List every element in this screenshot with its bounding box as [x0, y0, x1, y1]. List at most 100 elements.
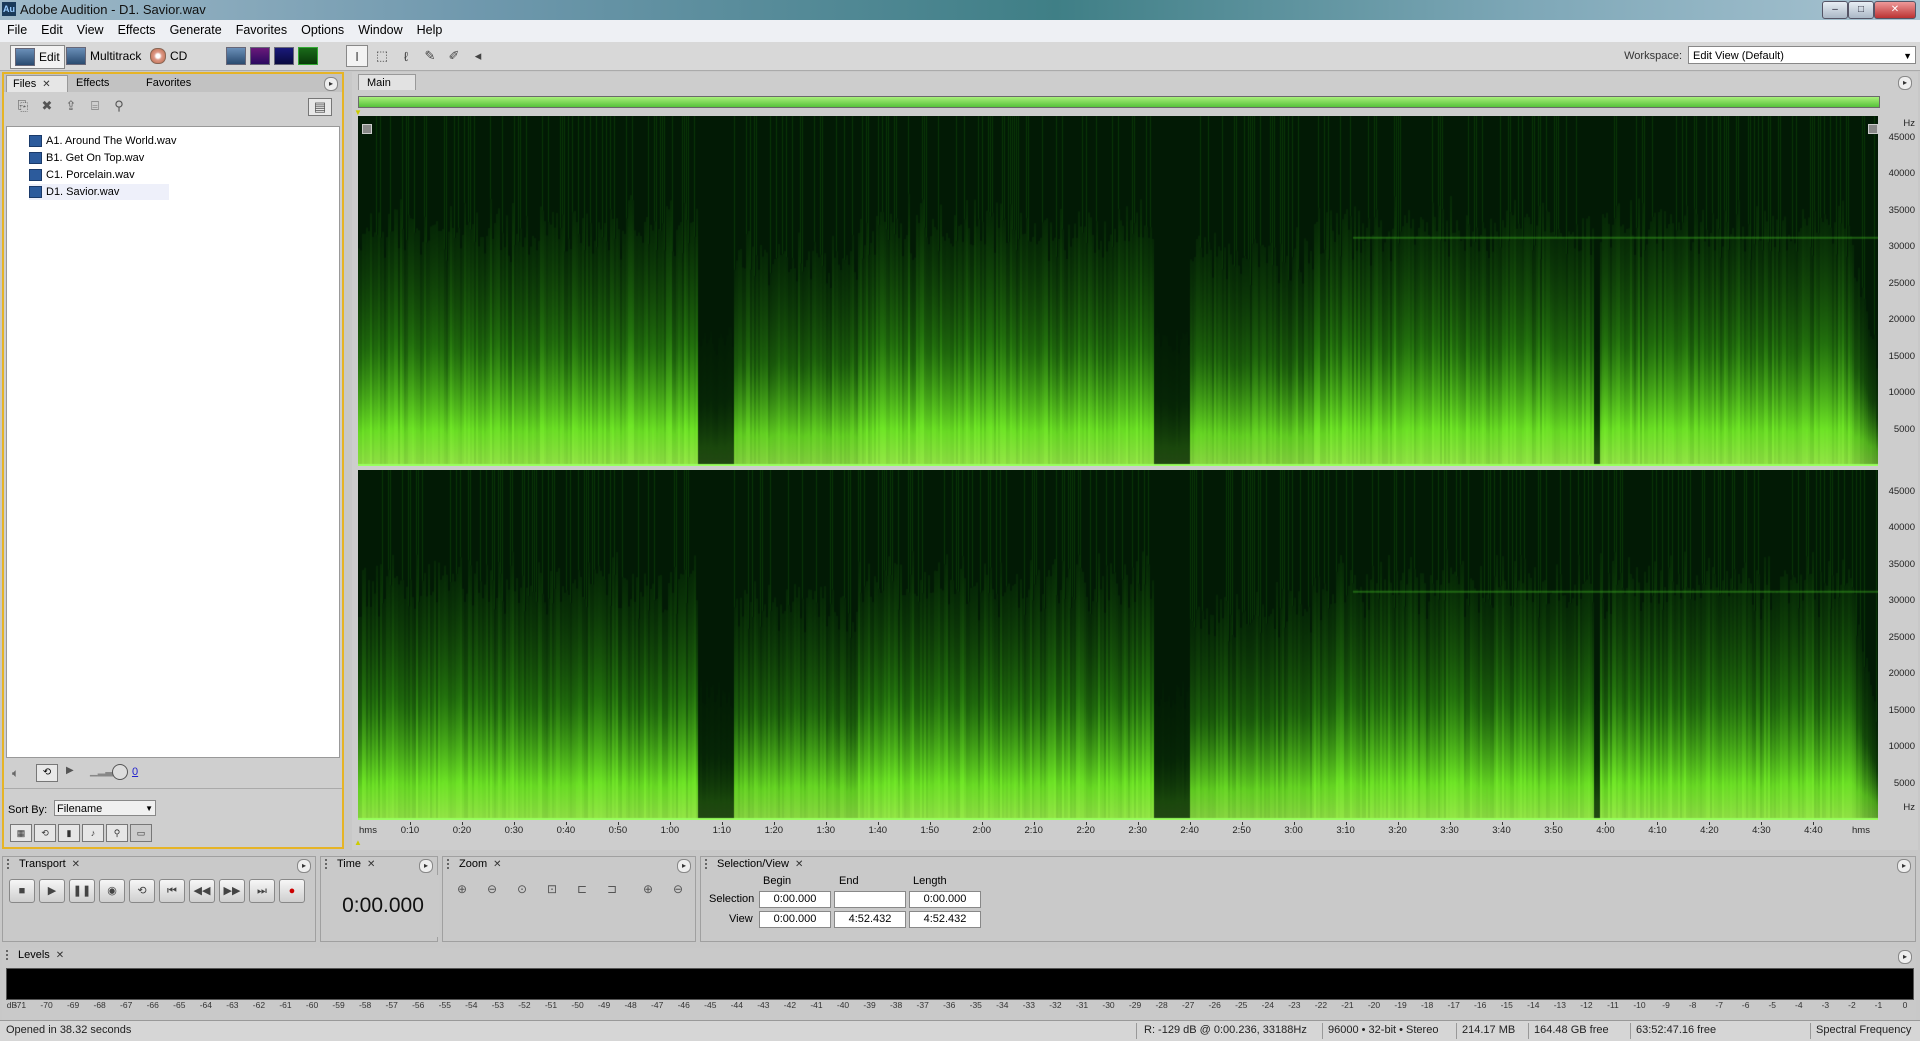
edit-view-button[interactable]: Edit	[10, 45, 65, 69]
tab-effects[interactable]: Effects	[70, 75, 115, 91]
menu-generate[interactable]: Generate	[163, 20, 229, 37]
grip-icon[interactable]	[6, 950, 14, 960]
close-icon[interactable]: ✕	[367, 859, 375, 870]
stop-button[interactable]: ■	[9, 879, 35, 903]
volume-value[interactable]: 0	[132, 766, 138, 778]
zoom-corner-handle[interactable]	[1868, 124, 1878, 134]
record-button[interactable]: ●	[279, 879, 305, 903]
list-item[interactable]: A1. Around The World.wav	[29, 133, 176, 149]
spot-healing-tool-icon[interactable]: ✐	[444, 46, 464, 66]
play-button[interactable]: ▶	[39, 879, 65, 903]
pause-button[interactable]: ❚❚	[69, 879, 95, 903]
open-file-icon[interactable]: ⎘	[14, 98, 32, 114]
grip-icon[interactable]	[7, 859, 15, 869]
zoom-to-selection-icon[interactable]: ⊡	[541, 879, 563, 899]
lasso-tool-icon[interactable]: ℓ	[396, 46, 416, 66]
close-button[interactable]: ✕	[1874, 1, 1916, 19]
loop-button[interactable]: ⟲	[129, 879, 155, 903]
close-icon[interactable]: ✕	[795, 859, 803, 870]
panel-menu-icon[interactable]: ▸	[297, 859, 311, 873]
go-to-end-button[interactable]: ⏭	[249, 879, 275, 903]
zoom-right-edge-icon[interactable]: ⊐	[601, 879, 623, 899]
menu-favorites[interactable]: Favorites	[229, 20, 294, 37]
panel-menu-icon[interactable]: ▸	[677, 859, 691, 873]
cd-view-button[interactable]: CD	[150, 45, 187, 67]
menu-window[interactable]: Window	[351, 20, 409, 37]
fast-forward-button[interactable]: ▶▶	[219, 879, 245, 903]
spectral-pan-icon[interactable]	[250, 47, 270, 65]
play-to-end-button[interactable]: ◉	[99, 879, 125, 903]
volume-knob-icon[interactable]	[112, 764, 128, 780]
spectrogram-right-channel[interactable]	[358, 470, 1878, 820]
panel-menu-icon[interactable]: ▸	[1898, 950, 1912, 964]
view-begin-field[interactable]: 0:00.000	[759, 911, 831, 928]
minimize-button[interactable]: –	[1822, 1, 1848, 19]
sort-by-select[interactable]: Filename ▼	[54, 800, 156, 816]
zoom-out-full-icon[interactable]: ⊙	[511, 879, 533, 899]
filter-video-icon[interactable]: ▮	[58, 824, 80, 842]
menu-view[interactable]: View	[70, 20, 111, 37]
autoplay-toggle-icon[interactable]: ▤	[308, 98, 332, 116]
play-icon[interactable]: ▶	[66, 765, 74, 776]
zoom-corner-handle[interactable]	[362, 124, 372, 134]
close-icon[interactable]: ✕	[72, 859, 80, 870]
panel-menu-icon[interactable]: ▸	[1897, 859, 1911, 873]
close-icon[interactable]: ✕	[493, 859, 501, 870]
rewind-button[interactable]: ◀◀	[189, 879, 215, 903]
list-item-selected[interactable]: D1. Savior.wav	[29, 184, 169, 200]
spectrogram-left-channel[interactable]	[358, 116, 1878, 466]
go-to-start-button[interactable]: ⏮	[159, 879, 185, 903]
multitrack-view-button[interactable]: Multitrack	[66, 45, 141, 67]
zoom-out-vertical-icon[interactable]: ⊖	[667, 879, 689, 899]
filter-loops-icon[interactable]: ⟲	[34, 824, 56, 842]
zoom-left-edge-icon[interactable]: ⊏	[571, 879, 593, 899]
close-file-icon[interactable]: ✖	[38, 98, 56, 114]
grip-icon[interactable]	[325, 859, 333, 869]
zoom-overview-bar[interactable]	[358, 96, 1880, 108]
zoom-in-horizontal-icon[interactable]: ⊕	[451, 879, 473, 899]
grip-icon[interactable]	[447, 859, 455, 869]
time-selection-tool-icon[interactable]: I	[346, 45, 368, 67]
close-icon[interactable]: ✕	[42, 79, 50, 90]
playhead-marker-icon[interactable]: ▲	[354, 838, 362, 847]
workspace-select[interactable]: Edit View (Default) ▼	[1688, 46, 1916, 64]
insert-cd-icon[interactable]: ⌸	[86, 98, 104, 114]
zoom-in-vertical-icon[interactable]: ⊕	[637, 879, 659, 899]
view-end-field[interactable]: 4:52.432	[834, 911, 906, 928]
tab-main[interactable]: Main	[358, 74, 416, 90]
menu-file[interactable]: File	[0, 20, 34, 37]
grip-icon[interactable]	[705, 859, 713, 869]
tab-files[interactable]: Files ✕	[6, 75, 68, 92]
filter-audio-icon[interactable]: ▦	[10, 824, 32, 842]
marquee-tool-icon[interactable]: ⬚	[372, 46, 392, 66]
spectral-phase-icon[interactable]	[274, 47, 294, 65]
show-details-icon[interactable]: ▭	[130, 824, 152, 842]
menu-effects[interactable]: Effects	[111, 20, 163, 37]
waveform-display-icon[interactable]	[226, 47, 246, 65]
view-length-field[interactable]: 4:52.432	[909, 911, 981, 928]
menu-options[interactable]: Options	[294, 20, 351, 37]
insert-multitrack-icon[interactable]: ⇪	[62, 98, 80, 114]
spectral-frequency-icon[interactable]	[298, 47, 318, 65]
zoom-out-horizontal-icon[interactable]: ⊖	[481, 879, 503, 899]
filter-midi-icon[interactable]: ♪	[82, 824, 104, 842]
speaker-icon[interactable]: 🔈︎	[12, 766, 19, 781]
tab-favorites[interactable]: Favorites	[140, 75, 197, 91]
frequency-ruler[interactable]: Hz 45000 40000 35000 30000 25000 20000 15000 10…	[1878, 116, 1918, 822]
maximize-button[interactable]: □	[1848, 1, 1874, 19]
time-ruler[interactable]: hms hms 0:10 0:20 0:30 0:40 0:50 1:00 1:10 1:20…	[358, 822, 1878, 840]
scrub-tool-icon[interactable]: ◂	[468, 46, 488, 66]
panel-menu-icon[interactable]: ▸	[324, 77, 338, 91]
list-item[interactable]: B1. Get On Top.wav	[29, 150, 144, 166]
menu-help[interactable]: Help	[410, 20, 450, 37]
loop-icon[interactable]: ⟲	[36, 764, 58, 782]
selection-end-field[interactable]	[834, 891, 906, 908]
close-icon[interactable]: ✕	[56, 950, 64, 961]
brush-tool-icon[interactable]: ✎	[420, 46, 440, 66]
list-item[interactable]: C1. Porcelain.wav	[29, 167, 135, 183]
panel-menu-icon[interactable]: ▸	[419, 859, 433, 873]
menu-edit[interactable]: Edit	[34, 20, 70, 37]
edit-file-icon[interactable]: ⚲	[110, 98, 128, 114]
selection-length-field[interactable]: 0:00.000	[909, 891, 981, 908]
show-full-path-icon[interactable]: ⚲	[106, 824, 128, 842]
